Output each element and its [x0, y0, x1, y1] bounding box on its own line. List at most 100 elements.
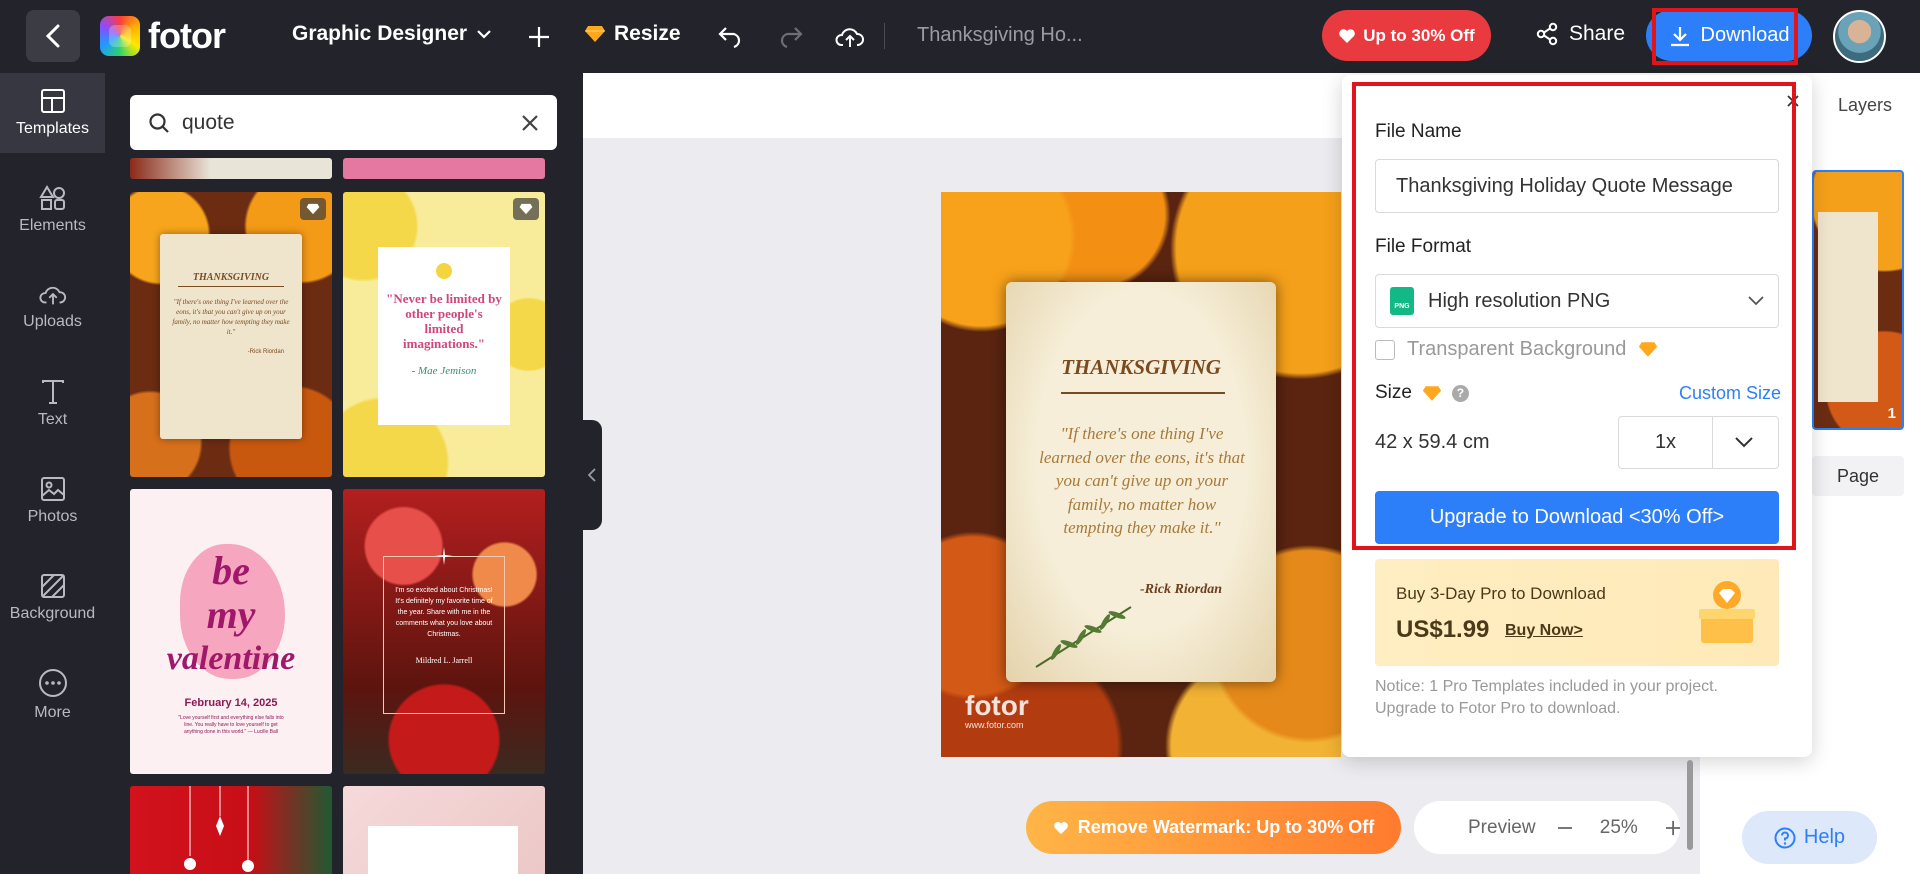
document-title[interactable]: Thanksgiving Ho...: [917, 24, 1083, 47]
png-file-icon: PNG: [1390, 287, 1414, 315]
template-card-christmas[interactable]: I'm so excited about Christmas! It's def…: [343, 489, 545, 774]
diamond-icon: [1422, 385, 1442, 401]
templates-panel: THANKSGIVING "If there's one thing I've …: [105, 73, 583, 874]
resize-label: Resize: [614, 22, 681, 45]
back-button[interactable]: [26, 10, 80, 62]
upgrade-to-download-button[interactable]: Upgrade to Download <30% Off>: [1375, 491, 1779, 544]
rosemary-decoration: [1035, 606, 1132, 668]
artboard-quote[interactable]: "If there's one thing I've learned over …: [1036, 422, 1248, 540]
artboard-heading-rule: [1061, 392, 1225, 394]
heart-icon: [1339, 28, 1356, 43]
remove-watermark-button[interactable]: Remove Watermark: Up to 30% Off: [1026, 801, 1401, 854]
search-box: [130, 95, 557, 150]
help-icon[interactable]: ?: [1451, 384, 1469, 402]
fotor-logo-icon: [100, 16, 140, 56]
clear-search-icon[interactable]: [521, 114, 539, 132]
user-avatar[interactable]: [1833, 10, 1886, 63]
project-type-dropdown[interactable]: Graphic Designer: [292, 22, 491, 46]
sidebar-item-templates[interactable]: Templates: [0, 73, 105, 153]
size-value: 42 x 59.4 cm: [1375, 431, 1490, 453]
size-label: Size: [1375, 382, 1412, 403]
sidebar-item-uploads[interactable]: Uploads: [0, 267, 105, 347]
help-button[interactable]: Help: [1742, 811, 1877, 864]
redo-button[interactable]: [775, 0, 805, 73]
sidebar-item-label: More: [34, 704, 71, 721]
background-icon: [40, 574, 65, 598]
help-label: Help: [1803, 826, 1846, 848]
file-format-value: High resolution PNG: [1428, 289, 1611, 312]
template-card-partial[interactable]: [343, 158, 545, 179]
resize-button[interactable]: Resize: [584, 22, 681, 46]
template-frame: I'm so excited about Christmas! It's def…: [383, 556, 505, 714]
template-quote: "If there's one thing I've learned over …: [172, 298, 290, 336]
redo-icon: [780, 26, 803, 48]
buy-now-link[interactable]: Buy Now>: [1505, 622, 1583, 640]
transparent-background-checkbox[interactable]: [1375, 339, 1395, 360]
zoom-in-icon[interactable]: [1665, 820, 1680, 836]
ornament-icon: [184, 786, 254, 872]
zoom-out-icon[interactable]: [1557, 826, 1572, 829]
fotor-logo[interactable]: fotor: [100, 15, 226, 57]
sparkle-icon: [435, 547, 453, 565]
search-input[interactable]: [182, 110, 509, 135]
chevron-left-icon: [587, 468, 596, 482]
custom-size-link[interactable]: Custom Size: [1679, 383, 1781, 404]
diamond-icon: [306, 203, 320, 215]
template-quote: I'm so excited about Christmas! It's def…: [395, 587, 493, 638]
discount-promo-button[interactable]: Up to 30% Off: [1322, 10, 1491, 61]
thumb-paper: [1818, 212, 1878, 402]
file-format-label: File Format: [1375, 236, 1472, 257]
gift-box-icon: [1699, 581, 1755, 643]
vertical-scrollbar[interactable]: [1687, 760, 1693, 850]
template-card-thanksgiving[interactable]: THANKSGIVING "If there's one thing I've …: [130, 192, 332, 477]
sidebar-item-photos[interactable]: Photos: [0, 461, 105, 541]
question-circle-icon: [1774, 827, 1796, 848]
buy-pro-title: Buy 3-Day Pro to Download: [1396, 584, 1606, 603]
size-row: Size ?: [1375, 382, 1469, 404]
scale-select[interactable]: 1x: [1618, 416, 1779, 469]
sidebar-item-label: Uploads: [23, 313, 82, 330]
undo-button[interactable]: [716, 0, 746, 73]
heart-icon: [1053, 821, 1068, 834]
scale-value: 1x: [1619, 417, 1713, 468]
sidebar-item-text[interactable]: Text: [0, 364, 105, 444]
close-icon[interactable]: [1787, 95, 1799, 107]
sidebar-item-background[interactable]: Background: [0, 558, 105, 638]
add-button[interactable]: [524, 0, 554, 73]
collapse-panel-button[interactable]: [581, 420, 602, 530]
template-card-partial[interactable]: [130, 786, 332, 874]
share-button[interactable]: Share: [1535, 22, 1625, 46]
share-label: Share: [1569, 22, 1626, 45]
sidebar-item-more[interactable]: More: [0, 655, 105, 735]
file-name-label: File Name: [1375, 121, 1462, 142]
zoom-level: 25%: [1599, 816, 1638, 838]
elements-icon: [38, 185, 65, 210]
add-page-button[interactable]: Page: [1812, 456, 1904, 496]
template-paper: THANKSGIVING "If there's one thing I've …: [160, 234, 302, 439]
buy-pro-card: Buy 3-Day Pro to Download US$1.99 Buy No…: [1375, 559, 1779, 666]
file-name-input[interactable]: Thanksgiving Holiday Quote Message: [1375, 159, 1779, 213]
artboard-author[interactable]: -Rick Riordan: [1121, 582, 1241, 598]
template-card-partial[interactable]: [343, 786, 545, 874]
chevron-down-icon: [1735, 437, 1753, 448]
template-author: Mildred L. Jarrell: [415, 656, 473, 665]
page-thumbnail[interactable]: 1: [1812, 170, 1904, 430]
artboard-heading[interactable]: THANKSGIVING: [1006, 355, 1276, 380]
preview-button[interactable]: Preview: [1468, 817, 1536, 839]
sidebar-item-label: Text: [37, 411, 68, 428]
template-card-partial[interactable]: [130, 158, 332, 179]
template-card-quote[interactable]: "Never be limited by other people's limi…: [343, 192, 545, 477]
smiley-icon: [436, 263, 452, 279]
sidebar-item-elements[interactable]: Elements: [0, 170, 105, 250]
design-artboard[interactable]: THANKSGIVING "If there's one thing I've …: [941, 192, 1341, 757]
cloud-upload-icon: [835, 27, 864, 47]
watermark-logo: fotor: [965, 690, 1029, 721]
file-name-value: Thanksgiving Holiday Quote Message: [1396, 174, 1733, 197]
template-card-valentine[interactable]: be my valentine February 14, 2025 "Love …: [130, 489, 332, 774]
tab-layers[interactable]: Layers: [1838, 95, 1892, 116]
file-format-select[interactable]: PNG High resolution PNG: [1375, 274, 1779, 328]
cloud-save-button[interactable]: [834, 0, 866, 73]
chevron-down-icon: [1748, 296, 1764, 306]
valentine-line: be: [212, 548, 250, 593]
zoom-controls: Preview 25%: [1414, 801, 1680, 854]
